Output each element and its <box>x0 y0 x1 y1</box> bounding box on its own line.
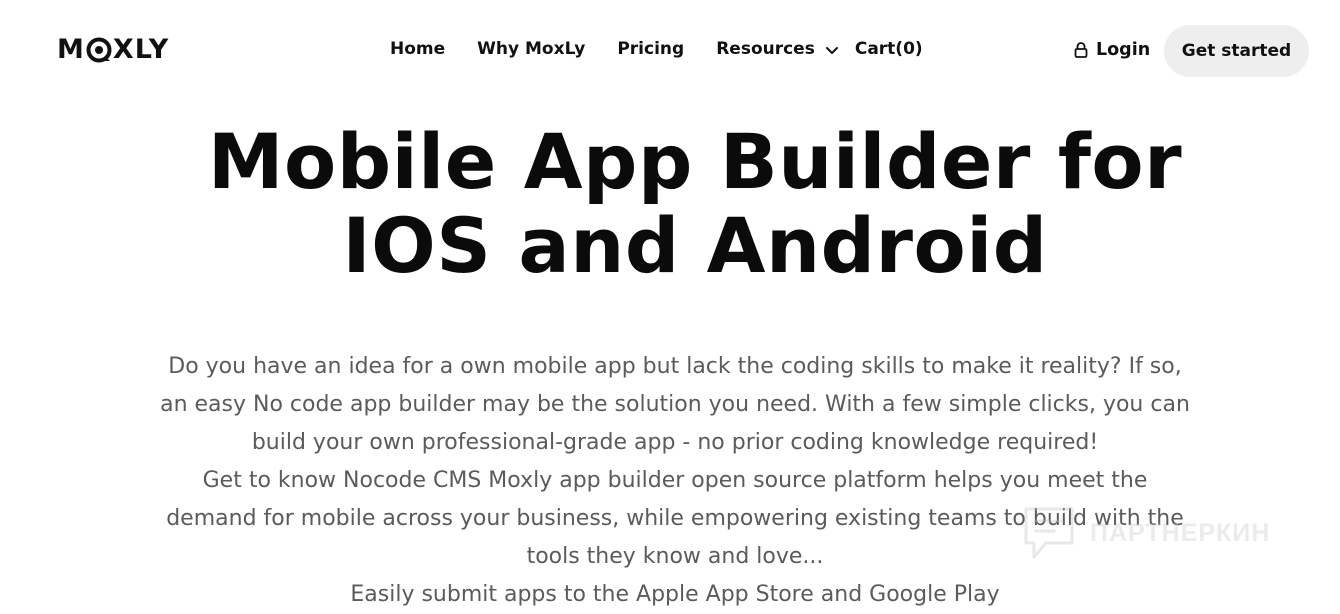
watermark: ПАРТНЕРКИН <box>1022 505 1270 561</box>
site-header: M XLY Home Why MoxLy Pricing Resources C… <box>0 0 1340 100</box>
logo-o-mark-icon <box>86 37 112 63</box>
chevron-down-icon <box>825 47 838 54</box>
nav-cart[interactable]: Cart(0) <box>855 36 923 62</box>
nav-why-moxly[interactable]: Why MoxLy <box>477 36 585 62</box>
moxly-logo[interactable]: M XLY <box>57 33 169 67</box>
lock-icon <box>1074 42 1088 58</box>
hero-title-line: Mobile App Builder for <box>207 117 1183 206</box>
nav-resources[interactable]: Resources <box>716 36 839 62</box>
hero-body-line: an easy No code app builder may be the s… <box>160 392 1190 417</box>
nav-pricing[interactable]: Pricing <box>617 36 684 62</box>
get-started-button[interactable]: Get started <box>1164 25 1309 77</box>
login-link[interactable]: Login <box>1074 37 1150 63</box>
hero-title-line: IOS and Android <box>342 201 1048 290</box>
hero-body-line: Do you have an idea for a own mobile app… <box>168 354 1182 379</box>
hero-body-line: Get to know Nocode CMS Moxly app builder… <box>202 468 1148 493</box>
hero-body-line: Easily submit apps to the Apple App Stor… <box>350 582 1000 607</box>
nav-resources-label: Resources <box>716 39 815 59</box>
logo-text-end: XLY <box>112 34 170 65</box>
chat-bubble-icon <box>1024 507 1074 559</box>
login-label: Login <box>1096 40 1151 60</box>
nav-home[interactable]: Home <box>390 36 445 62</box>
hero-body-line: build your own professional-grade app - … <box>251 430 1099 455</box>
hero-description: Do you have an idea for a own mobile app… <box>130 348 1220 614</box>
main-nav: Home Why MoxLy Pricing Resources Cart(0) <box>390 36 923 62</box>
page: M XLY Home Why MoxLy Pricing Resources C… <box>0 0 1340 614</box>
watermark-text: ПАРТНЕРКИН <box>1090 518 1271 547</box>
logo-text-start: M <box>57 34 85 65</box>
hero-title: Mobile App Builder for IOS and Android <box>170 120 1220 288</box>
